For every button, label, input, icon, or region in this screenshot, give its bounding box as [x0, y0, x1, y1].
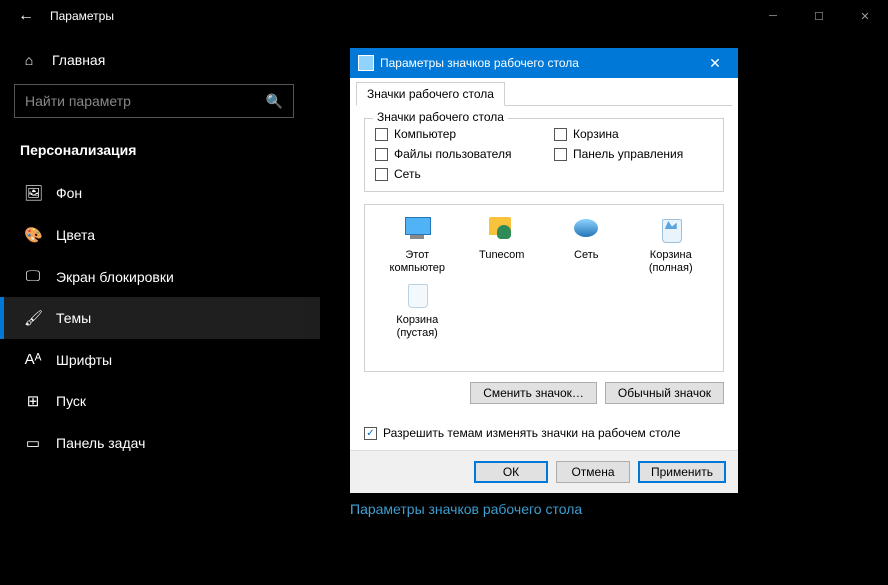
nav-lockscreen[interactable]: 🖵 Экран блокировки	[0, 256, 320, 297]
icon-preview-list: Этот компьютер Tunecom Сеть Корзина (пол…	[364, 204, 724, 372]
check-label: Панель управления	[573, 147, 683, 161]
computer-icon	[400, 215, 434, 245]
nav-label: Экран блокировки	[56, 269, 174, 285]
icon-label2: компьютер	[390, 262, 445, 275]
nav-start[interactable]: ⊞ Пуск	[0, 380, 320, 422]
allow-themes-label: Разрешить темам изменять значки на рабоч…	[383, 426, 681, 440]
window-controls: ─ ☐ ✕	[750, 0, 888, 32]
search-icon: 🔍	[266, 93, 283, 110]
start-icon: ⊞	[24, 392, 42, 410]
nav-label: Пуск	[56, 393, 86, 409]
picture-icon: 🖼	[24, 184, 42, 202]
nav-label: Фон	[56, 185, 82, 201]
lockscreen-icon: 🖵	[24, 268, 42, 285]
user-folder-icon	[485, 215, 519, 245]
dialog-titlebar[interactable]: Параметры значков рабочего стола ✕	[350, 48, 738, 78]
sidebar: ⌂ Главная Найти параметр 🔍 Персонализаци…	[0, 32, 320, 585]
back-button[interactable]: ←	[10, 0, 42, 32]
icon-label2: (полная)	[649, 262, 693, 275]
fieldset-desktop-icons: Значки рабочего стола Компьютер Корзина …	[364, 118, 724, 192]
check-network[interactable]: Сеть	[375, 167, 534, 181]
icon-label: Корзина	[396, 314, 438, 327]
check-control-panel[interactable]: Панель управления	[554, 147, 713, 161]
apply-button[interactable]: Применить	[638, 461, 726, 483]
check-label: Сеть	[394, 167, 421, 181]
dialog-title: Параметры значков рабочего стола	[380, 56, 579, 70]
icon-user-folder[interactable]: Tunecom	[460, 215, 545, 274]
nav-label: Шрифты	[56, 352, 112, 368]
desktop-icons-settings-link[interactable]: Параметры значков рабочего стола	[350, 501, 868, 517]
checkbox-icon	[375, 168, 388, 181]
search-input[interactable]: Найти параметр 🔍	[14, 84, 294, 118]
allow-themes-checkbox[interactable]: ✓ Разрешить темам изменять значки на раб…	[350, 426, 738, 440]
check-user-files[interactable]: Файлы пользователя	[375, 147, 534, 161]
home-link[interactable]: ⌂ Главная	[0, 42, 320, 78]
tabstrip: Значки рабочего стола	[356, 82, 732, 106]
checkbox-checked-icon: ✓	[364, 427, 377, 440]
icon-recycle-full[interactable]: Корзина (полная)	[629, 215, 714, 274]
home-icon: ⌂	[20, 52, 38, 68]
cancel-button[interactable]: Отмена	[556, 461, 630, 483]
checkbox-icon	[554, 128, 567, 141]
icon-label: Корзина	[650, 249, 692, 262]
ok-button[interactable]: ОК	[474, 461, 548, 483]
dialog-close-button[interactable]: ✕	[700, 55, 730, 72]
maximize-button[interactable]: ☐	[796, 0, 842, 32]
nav-colors[interactable]: 🎨 Цвета	[0, 214, 320, 256]
desktop-icon-settings-dialog: Параметры значков рабочего стола ✕ Значк…	[350, 48, 738, 493]
nav-taskbar[interactable]: ▭ Панель задач	[0, 422, 320, 464]
tab-desktop-icons[interactable]: Значки рабочего стола	[356, 82, 505, 106]
titlebar: ← Параметры ─ ☐ ✕	[0, 0, 888, 32]
fieldset-legend: Значки рабочего стола	[373, 110, 508, 124]
default-icon-button[interactable]: Обычный значок	[605, 382, 724, 404]
icon-label: Tunecom	[479, 249, 524, 262]
check-label: Корзина	[573, 127, 619, 141]
recycle-bin-empty-icon	[400, 280, 434, 310]
recycle-bin-full-icon	[654, 215, 688, 245]
icon-label2: (пустая)	[397, 327, 438, 340]
brush-icon: 🖌	[24, 309, 42, 327]
check-recycle-bin[interactable]: Корзина	[554, 127, 713, 141]
taskbar-icon: ▭	[24, 434, 42, 452]
nav-fonts[interactable]: Aᴬ Шрифты	[0, 339, 320, 380]
nav-background[interactable]: 🖼 Фон	[0, 172, 320, 214]
check-label: Компьютер	[394, 127, 456, 141]
nav-label: Цвета	[56, 227, 95, 243]
minimize-button[interactable]: ─	[750, 0, 796, 32]
change-icon-button[interactable]: Сменить значок…	[470, 382, 597, 404]
checkbox-icon	[375, 148, 388, 161]
icon-label: Этот	[405, 249, 429, 262]
window-title: Параметры	[50, 9, 114, 23]
check-label: Файлы пользователя	[394, 147, 511, 161]
checkbox-icon	[375, 128, 388, 141]
section-header: Персонализация	[0, 132, 320, 172]
nav-label: Панель задач	[56, 435, 145, 451]
icon-network[interactable]: Сеть	[544, 215, 629, 274]
icon-recycle-empty[interactable]: Корзина (пустая)	[375, 280, 460, 339]
icon-this-pc[interactable]: Этот компьютер	[375, 215, 460, 274]
search-placeholder: Найти параметр	[25, 93, 131, 109]
dialog-body: Значки рабочего стола Значки рабочего ст…	[350, 78, 738, 450]
home-label: Главная	[52, 52, 105, 68]
icon-label: Сеть	[574, 249, 598, 262]
close-button[interactable]: ✕	[842, 0, 888, 32]
nav-label: Темы	[56, 310, 91, 326]
dialog-icon	[358, 55, 374, 71]
palette-icon: 🎨	[24, 226, 42, 244]
checkbox-icon	[554, 148, 567, 161]
nav-themes[interactable]: 🖌 Темы	[0, 297, 320, 339]
check-computer[interactable]: Компьютер	[375, 127, 534, 141]
dialog-footer: ОК Отмена Применить	[350, 450, 738, 493]
network-icon	[569, 215, 603, 245]
font-icon: Aᴬ	[24, 351, 42, 368]
